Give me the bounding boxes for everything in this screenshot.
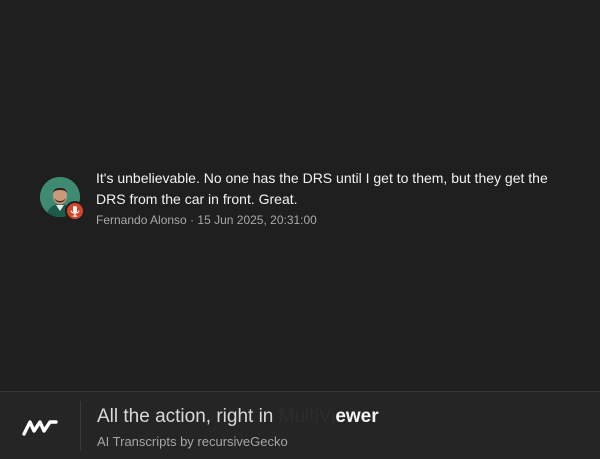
speaker-name: Fernando Alonso xyxy=(96,213,187,227)
mv-logo-icon xyxy=(22,420,58,436)
promo-footer[interactable]: All the action, right in MultiViewer AI … xyxy=(0,391,600,459)
promo-subtitle: AI Transcripts by recursiveGecko xyxy=(97,434,288,449)
message-timestamp: 15 Jun 2025, 20:31:00 xyxy=(197,213,317,227)
message-content: It's unbelievable. No one has the DRS un… xyxy=(96,168,560,228)
promo-title-text: All the action, right in xyxy=(97,406,274,427)
speaker-avatar-container xyxy=(40,177,85,221)
transcript-view: It's unbelievable. No one has the DRS un… xyxy=(0,0,600,459)
promo-title-faded: MultiVi xyxy=(278,406,336,427)
transcript-message: It's unbelievable. No one has the DRS un… xyxy=(40,168,560,228)
promo-title-brand: ewer xyxy=(335,406,379,427)
footer-divider xyxy=(80,401,81,451)
microphone-icon xyxy=(70,205,80,217)
message-meta: Fernando Alonso · 15 Jun 2025, 20:31:00 xyxy=(96,212,560,228)
meta-separator: · xyxy=(190,213,195,227)
microphone-badge xyxy=(65,201,85,221)
message-text: It's unbelievable. No one has the DRS un… xyxy=(96,170,548,207)
promo-title: All the action, right in MultiViewer xyxy=(97,405,379,429)
